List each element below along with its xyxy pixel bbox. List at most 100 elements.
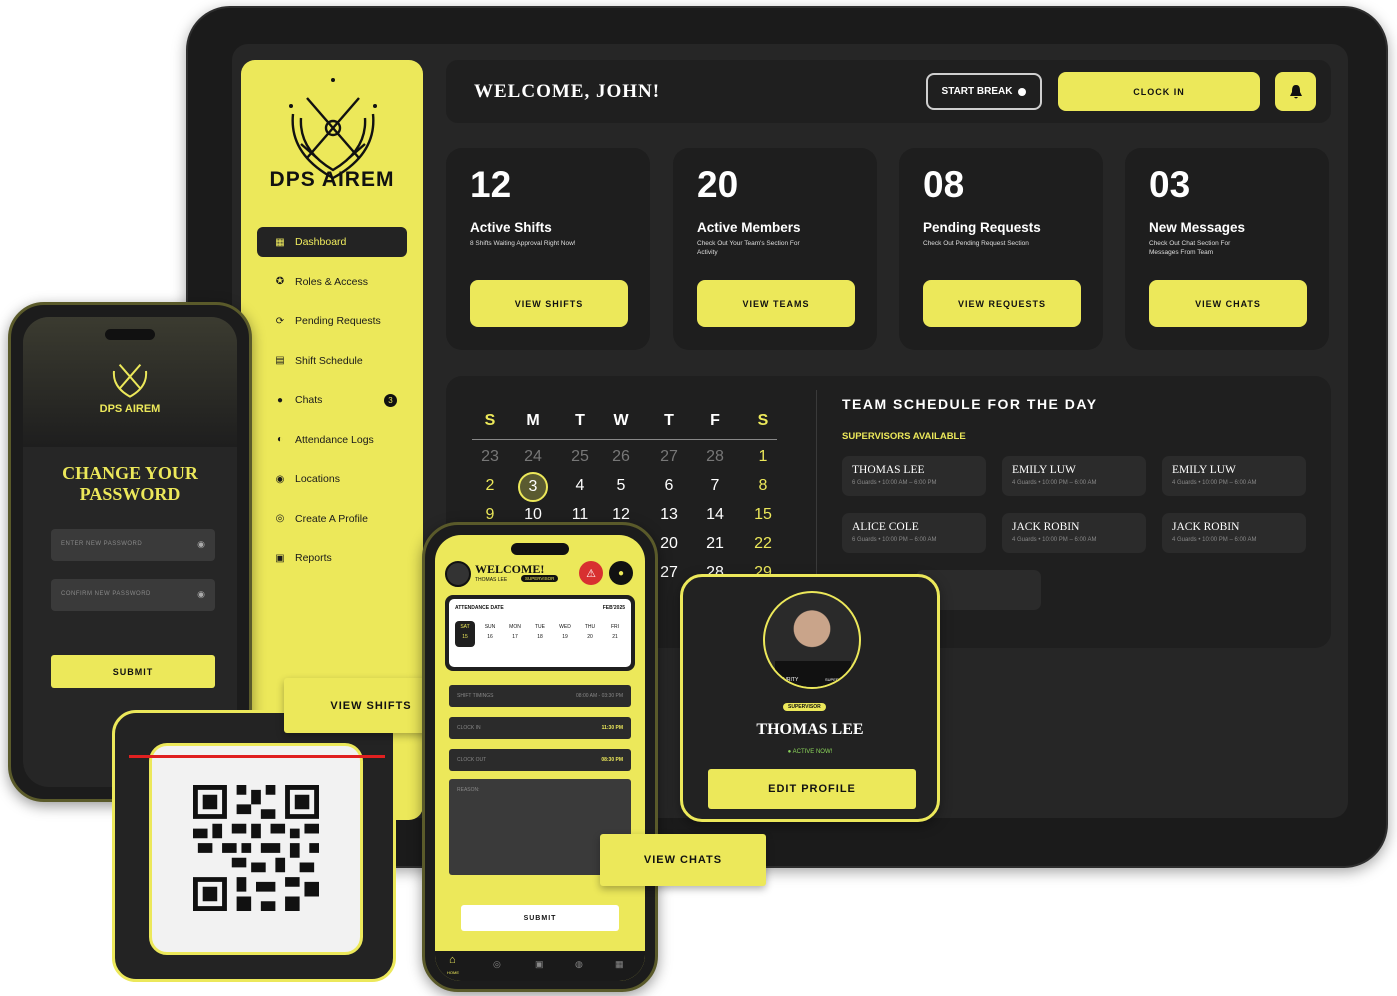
submit-button[interactable]: SUBMIT — [51, 655, 215, 688]
stat-title: New Messages — [1149, 220, 1246, 235]
phone-submit-button[interactable]: SUBMIT — [461, 905, 619, 931]
sidebar-item-create-a-profile[interactable]: ◎ Create A Profile — [257, 504, 407, 534]
home-label: HOME — [447, 970, 459, 975]
attendance-label: ATTENDANCE DATE — [455, 605, 504, 611]
location-icon[interactable]: ◍ — [575, 959, 583, 970]
clock-in-button[interactable]: CLOCK IN — [1058, 72, 1260, 111]
calendar-day[interactable]: 21 — [700, 535, 730, 553]
calendar-day[interactable]: 28 — [700, 448, 730, 466]
calendar-day[interactable]: 22 — [748, 535, 778, 553]
pause-icon — [1018, 87, 1027, 96]
calendar-day[interactable]: 25 — [565, 448, 595, 466]
view-chats-float-button[interactable]: VIEW CHATS — [600, 834, 766, 886]
calendar-weekday: M — [526, 412, 540, 429]
supervisor-card[interactable]: EMILY LUW 4 Guards • 10:00 PM – 6:00 AM — [1002, 456, 1146, 496]
calendar-day[interactable]: 27 — [654, 564, 684, 582]
sidebar-item-pending-requests[interactable]: ⟳ Pending Requests — [257, 306, 407, 336]
stat-number: 12 — [470, 164, 512, 205]
sidebar-item-attendance-logs[interactable]: ◐ Attendance Logs — [257, 425, 407, 455]
sidebar-item-shift-schedule[interactable]: ▤ Shift Schedule — [257, 346, 407, 376]
week-day[interactable]: SUN 16 — [480, 621, 500, 647]
chat-icon: ● — [276, 394, 284, 406]
supervisor-card[interactable]: THOMAS LEE 6 Guards • 10:00 AM – 6:00 PM — [842, 456, 986, 496]
calendar-day[interactable]: 2 — [475, 477, 505, 495]
week-day[interactable]: FRI 21 — [605, 621, 625, 647]
confirm-password-placeholder: CONFIRM NEW PASSWORD — [61, 591, 151, 597]
calendar-day[interactable]: 4 — [565, 477, 595, 495]
week-day-name: SUN — [484, 624, 496, 630]
week-day[interactable]: WED 19 — [555, 621, 575, 647]
sidebar-item-label: Reports — [295, 552, 332, 564]
calendar-day[interactable]: 20 — [654, 535, 684, 553]
stat-action-button[interactable]: VIEW CHATS — [1149, 280, 1307, 327]
confirm-password-input[interactable]: CONFIRM NEW PASSWORD ◉ — [51, 579, 215, 611]
new-password-input[interactable]: ENTER NEW PASSWORD ◉ — [51, 529, 215, 561]
sidebar-item-label: Pending Requests — [295, 315, 381, 327]
schedule-title: TEAM SCHEDULE FOR THE DAY — [842, 396, 1098, 412]
schedule-icon[interactable]: ▣ — [535, 959, 544, 970]
clock-out-label: CLOCK OUT — [457, 757, 487, 763]
week-day[interactable]: MON 17 — [505, 621, 525, 647]
eye-icon[interactable]: ◉ — [197, 539, 205, 550]
calendar-day[interactable]: 26 — [606, 448, 636, 466]
qr-code-icon — [193, 785, 319, 911]
attendance-card: ATTENDANCE DATE FEB'2025 SAT 15 SUN 16 MON 17… — [445, 595, 635, 671]
calendar-day[interactable]: 6 — [654, 477, 684, 495]
sidebar-item-roles-access[interactable]: ✪ Roles & Access — [257, 267, 407, 297]
stat-action-button[interactable]: VIEW REQUESTS — [923, 280, 1081, 327]
stat-action-button[interactable]: VIEW SHIFTS — [470, 280, 628, 327]
sidebar-item-locations[interactable]: ◉ Locations — [257, 464, 407, 494]
week-day[interactable]: TUE 18 — [530, 621, 550, 647]
start-break-button[interactable]: START BREAK — [926, 73, 1042, 110]
team-icon[interactable]: ◎ — [493, 959, 501, 970]
calendar-day[interactable]: 14 — [700, 506, 730, 524]
supervisor-card[interactable]: EMILY LUW 4 Guards • 10:00 PM – 6:00 AM — [1162, 456, 1306, 496]
week-day[interactable]: THU 20 — [580, 621, 600, 647]
bottom-nav: ⌂ HOME ◎ ▣ ◍ ▦ — [435, 951, 645, 981]
supervisor-card[interactable]: JACK ROBIN 4 Guards • 10:00 PM – 6:00 AM — [1162, 513, 1306, 553]
grid-icon[interactable]: ▦ — [615, 959, 624, 970]
calendar-day[interactable]: 13 — [654, 506, 684, 524]
week-day-name: WED — [559, 624, 571, 630]
bell-icon[interactable]: ● — [609, 561, 633, 585]
supervisor-card[interactable]: ALICE COLE 6 Guards • 10:00 PM – 6:00 AM — [842, 513, 986, 553]
stat-subtitle: 8 Shifts Waiting Approval Right Now! — [470, 240, 576, 247]
profile-icon: ◎ — [275, 513, 285, 524]
stat-card: 08 Pending Requests Check Out Pending Requ… — [899, 148, 1103, 350]
supervisor-name: EMILY LUW — [1172, 464, 1236, 476]
calendar-day[interactable]: 3 — [518, 472, 548, 502]
supervisor-name: THOMAS LEE — [852, 464, 925, 476]
home-icon[interactable]: ⌂ — [449, 954, 456, 966]
sidebar-item-label: Create A Profile — [295, 512, 368, 525]
sidebar-item-dashboard[interactable]: ▦ Dashboard — [257, 227, 407, 257]
calendar-day[interactable]: 5 — [606, 477, 636, 495]
stat-number: 03 — [1149, 164, 1191, 205]
edit-profile-button[interactable]: EDIT PROFILE — [708, 769, 916, 809]
calendar-day[interactable]: 27 — [654, 448, 684, 466]
supervisor-shift: 6 Guards • 10:00 PM – 6:00 AM — [852, 537, 937, 543]
week-day[interactable]: SAT 15 — [455, 621, 475, 647]
eye-icon[interactable]: ◉ — [197, 589, 205, 600]
calendar-day[interactable]: 15 — [748, 506, 778, 524]
calendar-day[interactable]: 8 — [748, 477, 778, 495]
week-day-name: SAT — [460, 624, 470, 630]
calendar-weekday: T — [664, 412, 674, 429]
crossed-swords-logo-icon — [112, 363, 148, 398]
stat-number: 08 — [923, 164, 965, 205]
alarm-icon[interactable]: ⚠ — [579, 561, 603, 585]
clock-in-label: CLOCK IN — [457, 725, 481, 731]
stat-action-button[interactable]: VIEW TEAMS — [697, 280, 855, 327]
welcome-title: WELCOME, JOHN! — [474, 81, 661, 102]
sidebar-item-reports[interactable]: ▣ Reports — [257, 543, 407, 573]
uniform — [775, 661, 851, 687]
calendar-day[interactable]: 24 — [518, 448, 548, 466]
calendar-day[interactable]: 23 — [475, 448, 505, 466]
supervisor-shift: 4 Guards • 10:00 PM – 6:00 AM — [1012, 537, 1097, 543]
calendar-day[interactable]: 7 — [700, 477, 730, 495]
calendar-day[interactable]: 1 — [748, 448, 778, 466]
sidebar-item-chats[interactable]: ● Chats 3 — [257, 385, 407, 415]
bell-icon[interactable] — [1275, 72, 1316, 111]
week-day-number: 19 — [562, 634, 568, 640]
supervisor-card[interactable]: JACK ROBIN 4 Guards • 10:00 PM – 6:00 AM — [1002, 513, 1146, 553]
sidebar-item-label: Chats — [295, 394, 323, 406]
